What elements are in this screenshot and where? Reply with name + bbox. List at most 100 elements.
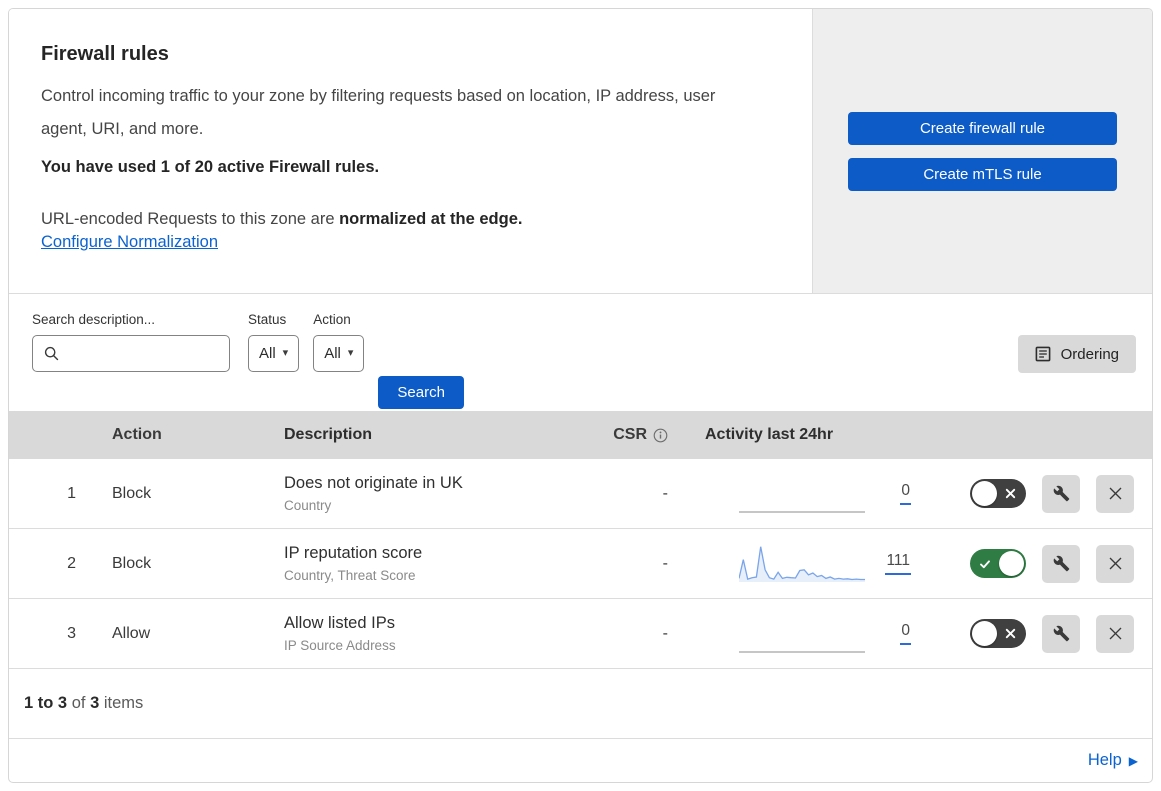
action-dropdown-value: All xyxy=(324,345,341,362)
csr-header-label: CSR xyxy=(613,426,647,443)
rule-action: Block xyxy=(112,484,152,502)
rule-enabled-toggle[interactable] xyxy=(970,619,1026,648)
toggle-knob xyxy=(972,481,997,506)
cross-icon xyxy=(1005,628,1016,639)
wrench-icon xyxy=(1053,625,1069,642)
search-label: Search description... xyxy=(32,312,156,327)
activity-sparkline xyxy=(739,510,865,513)
search-input[interactable] xyxy=(67,345,221,362)
description-column-header: Description xyxy=(284,426,373,443)
rule-description: IP reputation score xyxy=(284,544,423,562)
rule-criteria: Country xyxy=(284,498,332,513)
toggle-knob xyxy=(972,621,997,646)
rule-priority: 3 xyxy=(67,624,76,642)
overview-text: Firewall rules Control incoming traffic … xyxy=(9,9,813,293)
rule-description: Does not originate in UK xyxy=(284,474,463,492)
table-row: 2 Block IP reputation score Country, Thr… xyxy=(9,529,1152,599)
help-link-label: Help xyxy=(1087,751,1122,769)
delete-rule-button[interactable] xyxy=(1096,544,1134,583)
close-icon xyxy=(1109,557,1121,570)
chevron-down-icon: ▾ xyxy=(347,347,354,359)
info-icon[interactable] xyxy=(653,428,668,443)
check-icon xyxy=(980,560,990,569)
search-group: Search description... xyxy=(32,312,230,372)
items-range: 1 to 3 xyxy=(24,694,68,712)
help-link[interactable]: Help ▶ xyxy=(1088,751,1138,770)
table-row: 1 Block Does not originate in UK Country… xyxy=(9,459,1152,529)
rule-enabled-toggle[interactable] xyxy=(970,479,1026,508)
table-header: Action Description CSR Activity last 24h… xyxy=(9,411,1152,459)
activity-count-link[interactable]: 0 xyxy=(900,482,911,505)
wrench-icon xyxy=(1053,555,1069,572)
normalization-text: URL-encoded Requests to this zone are xyxy=(41,210,340,228)
activity-count-link[interactable]: 0 xyxy=(900,622,911,645)
rule-activity-cell: 0 xyxy=(679,472,919,516)
rule-criteria: IP Source Address xyxy=(284,638,396,653)
action-dropdown[interactable]: All ▾ xyxy=(313,335,365,372)
edit-rule-button[interactable] xyxy=(1042,614,1080,653)
normalization-note: URL-encoded Requests to this zone are no… xyxy=(41,205,772,233)
items-range-text: 1 to 3 of 3 items xyxy=(24,694,143,713)
activity-sparkline xyxy=(739,650,865,653)
rule-enabled-toggle[interactable] xyxy=(970,549,1026,578)
of-text: of xyxy=(71,694,86,712)
usage-summary: You have used 1 of 20 active Firewall ru… xyxy=(41,158,380,176)
rule-description-cell: IP reputation score Country, Threat Scor… xyxy=(284,544,584,583)
rule-activity-cell: 111 xyxy=(679,542,919,586)
status-dropdown[interactable]: All ▾ xyxy=(248,335,300,372)
table-footer: 1 to 3 of 3 items xyxy=(9,669,1152,739)
activity-count-link[interactable]: 111 xyxy=(885,552,911,575)
close-icon xyxy=(1109,487,1121,500)
cross-icon xyxy=(1005,488,1016,499)
create-firewall-rule-button[interactable]: Create firewall rule xyxy=(848,111,1117,145)
chevron-down-icon: ▾ xyxy=(282,347,289,359)
rule-action: Block xyxy=(112,554,152,572)
items-total: 3 xyxy=(90,694,100,712)
firewall-rules-panel: Firewall rules Control incoming traffic … xyxy=(8,8,1153,783)
status-dropdown-value: All xyxy=(259,345,276,362)
csr-column-header: CSR xyxy=(584,426,679,444)
overview-section: Firewall rules Control incoming traffic … xyxy=(9,9,1152,294)
toggle-knob xyxy=(999,551,1024,576)
status-filter-group: Status All ▾ xyxy=(248,312,300,372)
configure-normalization-link[interactable]: Configure Normalization xyxy=(41,233,218,251)
activity-sparkline xyxy=(739,546,865,582)
action-label: Action xyxy=(313,312,351,327)
rule-activity-cell: 0 xyxy=(679,612,919,656)
action-column-header: Action xyxy=(112,426,162,443)
search-input-wrapper[interactable] xyxy=(32,335,230,372)
help-bar: Help ▶ xyxy=(9,739,1152,782)
close-icon xyxy=(1109,627,1121,640)
edit-rule-button[interactable] xyxy=(1042,474,1080,513)
status-label: Status xyxy=(248,312,287,327)
normalization-bold-text: normalized at the edge. xyxy=(339,210,523,228)
rule-controls xyxy=(919,614,1152,653)
page-title: Firewall rules xyxy=(41,43,169,65)
page-description: Control incoming traffic to your zone by… xyxy=(41,87,716,138)
action-filter-group: Action All ▾ xyxy=(313,312,365,372)
ordering-list-icon xyxy=(1035,346,1051,362)
activity-column-header: Activity last 24hr xyxy=(705,426,834,443)
rule-priority: 1 xyxy=(67,484,76,502)
wrench-icon xyxy=(1053,485,1069,502)
actions-panel: Create firewall rule Create mTLS rule xyxy=(813,9,1152,293)
rule-action: Allow xyxy=(112,624,151,642)
delete-rule-button[interactable] xyxy=(1096,474,1134,513)
ordering-button-label: Ordering xyxy=(1060,345,1119,363)
items-label: items xyxy=(103,694,144,712)
search-button[interactable]: Search xyxy=(378,376,464,409)
ordering-button[interactable]: Ordering xyxy=(1017,335,1136,373)
rule-description-cell: Allow listed IPs IP Source Address xyxy=(284,614,584,653)
edit-rule-button[interactable] xyxy=(1042,544,1080,583)
rule-description: Allow listed IPs xyxy=(284,614,395,632)
rule-criteria: Country, Threat Score xyxy=(284,568,416,583)
arrow-right-icon: ▶ xyxy=(1128,753,1138,768)
create-mtls-rule-button[interactable]: Create mTLS rule xyxy=(848,157,1117,191)
rule-controls xyxy=(919,474,1152,513)
delete-rule-button[interactable] xyxy=(1096,614,1134,653)
rule-csr-value: - xyxy=(662,624,668,642)
rule-description-cell: Does not originate in UK Country xyxy=(284,474,584,513)
rule-controls xyxy=(919,544,1152,583)
rule-csr-value: - xyxy=(662,484,668,502)
table-row: 3 Allow Allow listed IPs IP Source Addre… xyxy=(9,599,1152,669)
